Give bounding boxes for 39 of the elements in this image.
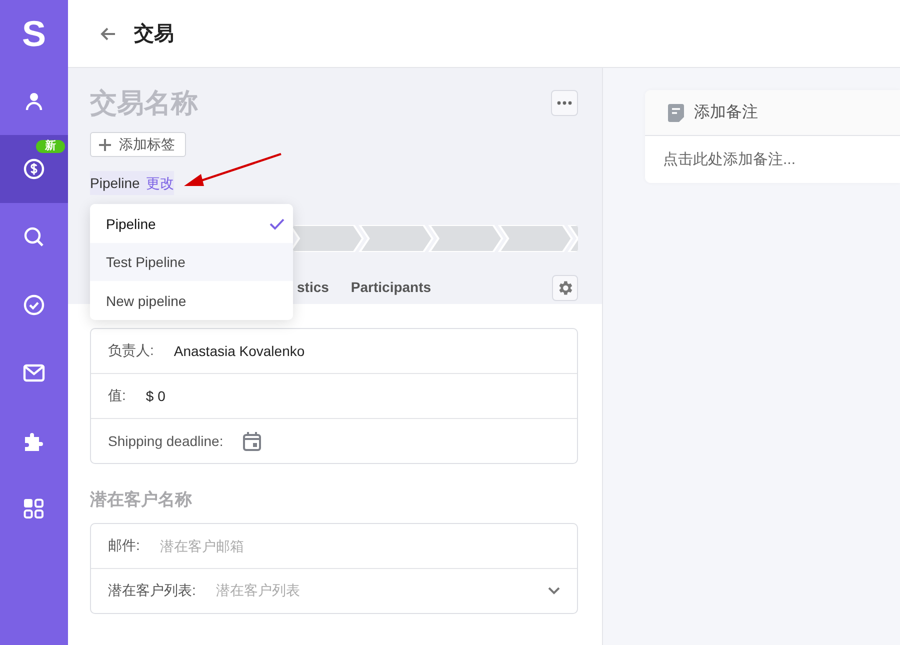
back-arrow-icon[interactable] [100,26,116,40]
menu-item[interactable]: New pipeline [90,281,293,320]
change-link[interactable]: 更改 [146,173,174,193]
note-icon [668,104,684,122]
check-circle-icon [23,294,45,316]
check-icon [269,218,285,230]
new-badge: 新 [36,140,65,153]
note-placeholder[interactable]: 点击此处添加备注... [663,150,796,169]
field-value: $ 0 [146,388,166,404]
tab[interactable]: Participants [350,279,432,297]
more-button[interactable] [551,90,578,116]
section-title: 潜在客户名称 [90,489,193,511]
field-label: 值: [108,387,126,405]
field-label: 潜在客户列表: [108,582,196,600]
pipeline-label: Pipeline [90,174,140,193]
person-icon [23,90,45,112]
calendar-icon[interactable] [243,432,262,450]
chevron-down-icon [548,587,560,595]
apps-icon [23,498,45,520]
menu-item[interactable]: Pipeline [90,204,293,243]
field-label: 负责人: [108,342,154,360]
more-icon [557,101,572,105]
field-value: Anastasia Kovalenko [174,343,305,359]
mail-icon [23,363,45,383]
add-tag-button[interactable]: 添加标签 [90,132,186,157]
settings-button[interactable] [552,275,578,301]
tab[interactable]: stics [297,279,329,297]
email-field[interactable]: 潜在客户邮箱 [160,538,560,554]
page-title: 交易 [134,22,174,47]
notes-title: 添加备注 [694,102,758,123]
field-label: Shipping deadline: [108,433,224,449]
deal-name-field[interactable]: 交易名称 [90,88,390,118]
logo: S [20,12,47,56]
plus-icon [99,138,111,150]
dollar-icon [23,158,45,180]
puzzle-icon [23,430,45,452]
menu-item[interactable]: Test Pipeline [90,243,293,281]
field-label: 邮件: [108,537,140,555]
search-icon [23,226,45,248]
